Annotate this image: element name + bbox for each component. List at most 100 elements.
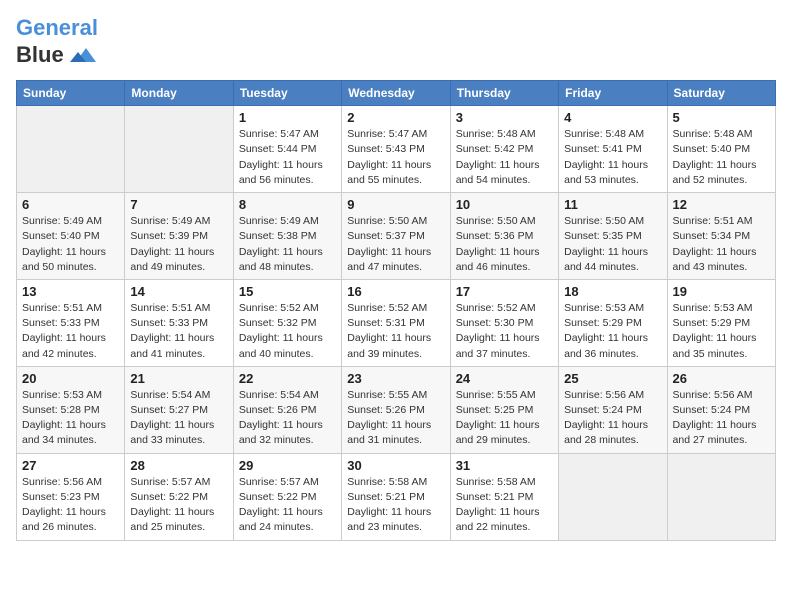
weekday-header-sunday: Sunday	[17, 81, 125, 106]
week-row-5: 27Sunrise: 5:56 AM Sunset: 5:23 PM Dayli…	[17, 453, 776, 540]
weekday-header-thursday: Thursday	[450, 81, 558, 106]
calendar-cell: 1 Sunrise: 5:47 AM Sunset: 5:44 PM Daylig…	[233, 106, 341, 193]
day-number: 30	[347, 458, 444, 473]
weekday-header-monday: Monday	[125, 81, 233, 106]
calendar-cell: 3Sunrise: 5:48 AM Sunset: 5:42 PM Daylig…	[450, 106, 558, 193]
week-row-3: 13Sunrise: 5:51 AM Sunset: 5:33 PM Dayli…	[17, 279, 776, 366]
calendar-cell: 8Sunrise: 5:49 AM Sunset: 5:38 PM Daylig…	[233, 193, 341, 280]
day-info: Sunrise: 5:56 AM Sunset: 5:24 PM Dayligh…	[673, 388, 770, 449]
day-number: 10	[456, 197, 553, 212]
week-row-4: 20 Sunrise: 5:53 AM Sunset: 5:28 PM Dayli…	[17, 366, 776, 453]
calendar-cell: 4 Sunrise: 5:48 AM Sunset: 5:41 PM Daylig…	[559, 106, 667, 193]
calendar-cell: 7Sunrise: 5:49 AM Sunset: 5:39 PM Daylig…	[125, 193, 233, 280]
calendar-cell: 29 Sunrise: 5:57 AM Sunset: 5:22 PM Dayli…	[233, 453, 341, 540]
calendar-cell	[559, 453, 667, 540]
week-row-1: 1 Sunrise: 5:47 AM Sunset: 5:44 PM Daylig…	[17, 106, 776, 193]
day-number: 1	[239, 110, 336, 125]
day-info: Sunrise: 5:47 AM Sunset: 5:44 PM Dayligh…	[239, 127, 336, 188]
calendar-cell: 13Sunrise: 5:51 AM Sunset: 5:33 PM Dayli…	[17, 279, 125, 366]
calendar-cell: 11Sunrise: 5:50 AM Sunset: 5:35 PM Dayli…	[559, 193, 667, 280]
calendar-cell: 16 Sunrise: 5:52 AM Sunset: 5:31 PM Dayli…	[342, 279, 450, 366]
calendar-cell: 6Sunrise: 5:49 AM Sunset: 5:40 PM Daylig…	[17, 193, 125, 280]
calendar-cell: 20 Sunrise: 5:53 AM Sunset: 5:28 PM Dayli…	[17, 366, 125, 453]
day-number: 23	[347, 371, 444, 386]
day-info: Sunrise: 5:50 AM Sunset: 5:37 PM Dayligh…	[347, 214, 444, 275]
calendar-cell: 28 Sunrise: 5:57 AM Sunset: 5:22 PM Dayli…	[125, 453, 233, 540]
day-info: Sunrise: 5:56 AM Sunset: 5:23 PM Dayligh…	[22, 475, 119, 536]
week-row-2: 6Sunrise: 5:49 AM Sunset: 5:40 PM Daylig…	[17, 193, 776, 280]
day-info: Sunrise: 5:58 AM Sunset: 5:21 PM Dayligh…	[347, 475, 444, 536]
weekday-header-saturday: Saturday	[667, 81, 775, 106]
day-info: Sunrise: 5:53 AM Sunset: 5:29 PM Dayligh…	[673, 301, 770, 362]
day-number: 17	[456, 284, 553, 299]
day-info: Sunrise: 5:54 AM Sunset: 5:26 PM Dayligh…	[239, 388, 336, 449]
calendar-cell: 22 Sunrise: 5:54 AM Sunset: 5:26 PM Dayli…	[233, 366, 341, 453]
calendar-cell: 14Sunrise: 5:51 AM Sunset: 5:33 PM Dayli…	[125, 279, 233, 366]
day-info: Sunrise: 5:55 AM Sunset: 5:25 PM Dayligh…	[456, 388, 553, 449]
calendar-table: SundayMondayTuesdayWednesdayThursdayFrid…	[16, 80, 776, 540]
day-number: 9	[347, 197, 444, 212]
day-number: 8	[239, 197, 336, 212]
logo: General Blue	[16, 16, 98, 70]
day-info: Sunrise: 5:49 AM Sunset: 5:40 PM Dayligh…	[22, 214, 119, 275]
day-info: Sunrise: 5:51 AM Sunset: 5:34 PM Dayligh…	[673, 214, 770, 275]
day-info: Sunrise: 5:57 AM Sunset: 5:22 PM Dayligh…	[239, 475, 336, 536]
day-number: 29	[239, 458, 336, 473]
day-number: 22	[239, 371, 336, 386]
calendar-cell: 15 Sunrise: 5:52 AM Sunset: 5:32 PM Dayli…	[233, 279, 341, 366]
day-info: Sunrise: 5:53 AM Sunset: 5:28 PM Dayligh…	[22, 388, 119, 449]
weekday-header-wednesday: Wednesday	[342, 81, 450, 106]
day-number: 28	[130, 458, 227, 473]
logo-text: General	[16, 16, 98, 40]
page-header: General Blue	[16, 16, 776, 70]
calendar-cell: 23 Sunrise: 5:55 AM Sunset: 5:26 PM Dayli…	[342, 366, 450, 453]
calendar-cell: 26 Sunrise: 5:56 AM Sunset: 5:24 PM Dayli…	[667, 366, 775, 453]
calendar-cell	[125, 106, 233, 193]
day-info: Sunrise: 5:58 AM Sunset: 5:21 PM Dayligh…	[456, 475, 553, 536]
day-number: 20	[22, 371, 119, 386]
day-number: 5	[673, 110, 770, 125]
day-number: 12	[673, 197, 770, 212]
day-info: Sunrise: 5:57 AM Sunset: 5:22 PM Dayligh…	[130, 475, 227, 536]
day-number: 26	[673, 371, 770, 386]
logo-text2: Blue	[16, 43, 64, 67]
day-number: 4	[564, 110, 661, 125]
weekday-header-row: SundayMondayTuesdayWednesdayThursdayFrid…	[17, 81, 776, 106]
calendar-cell	[667, 453, 775, 540]
weekday-header-friday: Friday	[559, 81, 667, 106]
calendar-cell: 30 Sunrise: 5:58 AM Sunset: 5:21 PM Dayli…	[342, 453, 450, 540]
day-info: Sunrise: 5:48 AM Sunset: 5:41 PM Dayligh…	[564, 127, 661, 188]
calendar-cell: 17Sunrise: 5:52 AM Sunset: 5:30 PM Dayli…	[450, 279, 558, 366]
day-info: Sunrise: 5:53 AM Sunset: 5:29 PM Dayligh…	[564, 301, 661, 362]
calendar-cell: 18 Sunrise: 5:53 AM Sunset: 5:29 PM Dayli…	[559, 279, 667, 366]
calendar-cell: 12 Sunrise: 5:51 AM Sunset: 5:34 PM Dayli…	[667, 193, 775, 280]
day-number: 19	[673, 284, 770, 299]
calendar-cell: 2Sunrise: 5:47 AM Sunset: 5:43 PM Daylig…	[342, 106, 450, 193]
calendar-cell: 24 Sunrise: 5:55 AM Sunset: 5:25 PM Dayli…	[450, 366, 558, 453]
day-info: Sunrise: 5:50 AM Sunset: 5:35 PM Dayligh…	[564, 214, 661, 275]
day-number: 15	[239, 284, 336, 299]
day-info: Sunrise: 5:52 AM Sunset: 5:32 PM Dayligh…	[239, 301, 336, 362]
day-number: 21	[130, 371, 227, 386]
calendar-cell: 5Sunrise: 5:48 AM Sunset: 5:40 PM Daylig…	[667, 106, 775, 193]
day-number: 24	[456, 371, 553, 386]
day-info: Sunrise: 5:48 AM Sunset: 5:42 PM Dayligh…	[456, 127, 553, 188]
day-number: 25	[564, 371, 661, 386]
day-number: 16	[347, 284, 444, 299]
calendar-cell: 21Sunrise: 5:54 AM Sunset: 5:27 PM Dayli…	[125, 366, 233, 453]
day-info: Sunrise: 5:55 AM Sunset: 5:26 PM Dayligh…	[347, 388, 444, 449]
day-number: 31	[456, 458, 553, 473]
logo-icon	[68, 40, 98, 70]
calendar-cell	[17, 106, 125, 193]
weekday-header-tuesday: Tuesday	[233, 81, 341, 106]
day-info: Sunrise: 5:51 AM Sunset: 5:33 PM Dayligh…	[22, 301, 119, 362]
day-info: Sunrise: 5:56 AM Sunset: 5:24 PM Dayligh…	[564, 388, 661, 449]
calendar-cell: 25 Sunrise: 5:56 AM Sunset: 5:24 PM Dayli…	[559, 366, 667, 453]
calendar-cell: 31 Sunrise: 5:58 AM Sunset: 5:21 PM Dayli…	[450, 453, 558, 540]
day-number: 18	[564, 284, 661, 299]
day-info: Sunrise: 5:51 AM Sunset: 5:33 PM Dayligh…	[130, 301, 227, 362]
day-number: 7	[130, 197, 227, 212]
calendar-cell: 10Sunrise: 5:50 AM Sunset: 5:36 PM Dayli…	[450, 193, 558, 280]
day-info: Sunrise: 5:52 AM Sunset: 5:31 PM Dayligh…	[347, 301, 444, 362]
day-number: 2	[347, 110, 444, 125]
